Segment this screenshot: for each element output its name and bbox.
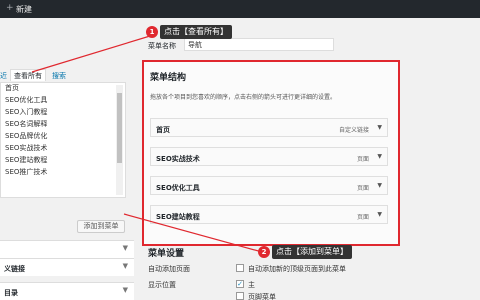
callout-1: 点击【查看所有】	[160, 25, 232, 39]
callout-2-badge: 2	[258, 246, 270, 258]
annotation-arrows	[31, 35, 263, 253]
callout-2: 点击【添加到菜单】	[272, 245, 352, 259]
arrow-2-line	[123, 213, 263, 253]
callout-1-badge: 1	[146, 26, 158, 38]
arrow-1-line	[31, 35, 151, 73]
